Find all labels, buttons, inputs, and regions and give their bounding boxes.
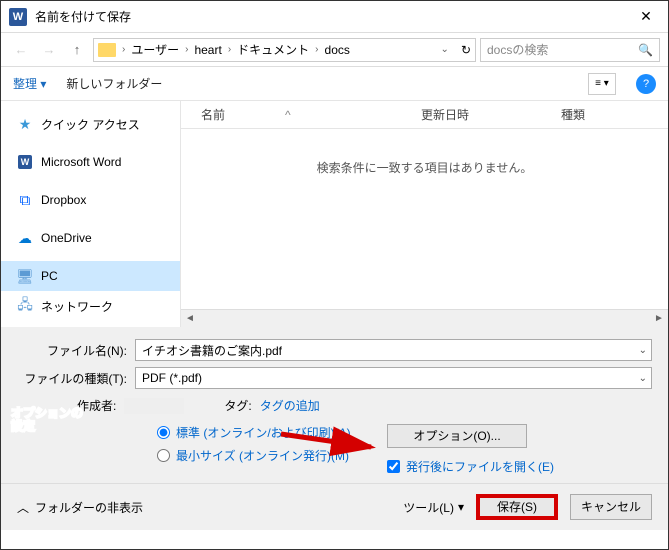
star-icon: ★ bbox=[17, 116, 33, 132]
sidebar-item-network[interactable]: 🖧 ネットワーク bbox=[1, 291, 180, 321]
organize-menu[interactable]: 整理 ▾ bbox=[13, 75, 46, 92]
folder-icon bbox=[98, 43, 116, 57]
dropdown-icon[interactable]: ⌄ bbox=[639, 345, 647, 356]
sidebar-item-quick-access[interactable]: ★ クイック アクセス bbox=[1, 109, 180, 139]
new-folder-button[interactable]: 新しいフォルダー bbox=[66, 75, 162, 92]
filetype-value: PDF (*.pdf) bbox=[142, 371, 202, 385]
filename-input[interactable]: イチオシ書籍のご案内.pdf ⌄ bbox=[135, 339, 652, 361]
chevron-icon: › bbox=[315, 44, 318, 55]
author-value[interactable] bbox=[124, 398, 184, 414]
help-button[interactable]: ? bbox=[636, 74, 656, 94]
path-seg[interactable]: ユーザー bbox=[127, 41, 183, 58]
horizontal-scrollbar[interactable]: ◄ ► bbox=[181, 309, 668, 327]
optimize-standard-radio[interactable]: 標準 (オンライン/および印刷)(A) bbox=[47, 424, 357, 441]
sidebar-item-pc[interactable]: 🖥 PC bbox=[1, 261, 180, 291]
back-button[interactable]: ← bbox=[9, 38, 33, 62]
view-options-button[interactable]: ≡ ▾ bbox=[588, 73, 616, 95]
onedrive-icon: ☁ bbox=[17, 230, 33, 246]
col-type[interactable]: 種類 bbox=[561, 106, 585, 123]
radio-input[interactable] bbox=[157, 449, 170, 462]
empty-message: 検索条件に一致する項目はありません。 bbox=[181, 129, 668, 309]
scroll-right-icon[interactable]: ► bbox=[650, 313, 668, 324]
chevron-icon: › bbox=[122, 44, 125, 55]
filename-value: イチオシ書籍のご案内.pdf bbox=[142, 342, 282, 359]
word-app-icon: W bbox=[9, 8, 27, 26]
save-button[interactable]: 保存(S) bbox=[476, 494, 558, 520]
sidebar-item-label: ネットワーク bbox=[41, 298, 113, 315]
radio-input[interactable] bbox=[157, 426, 170, 439]
sidebar-item-label: クイック アクセス bbox=[41, 116, 140, 133]
word-icon: W bbox=[17, 154, 33, 170]
breadcrumb[interactable]: › ユーザー › heart › ドキュメント › docs ⌄ ↻ bbox=[93, 38, 476, 62]
filetype-select[interactable]: PDF (*.pdf) ⌄ bbox=[135, 367, 652, 389]
column-headers[interactable]: 名前 ^ 更新日時 種類 bbox=[181, 101, 668, 129]
filename-label: ファイル名(N): bbox=[17, 342, 127, 359]
scroll-left-icon[interactable]: ◄ bbox=[181, 313, 199, 324]
add-tag-link[interactable]: タグの追加 bbox=[260, 397, 320, 414]
cancel-button[interactable]: キャンセル bbox=[570, 494, 652, 520]
checkbox-input[interactable] bbox=[387, 460, 400, 473]
search-input[interactable]: docsの検索 🔍 bbox=[480, 38, 660, 62]
hide-folders-toggle[interactable]: ︿ フォルダーの非表示 bbox=[17, 499, 143, 516]
tools-label: ツール(L) bbox=[403, 499, 454, 516]
chevron-icon: › bbox=[228, 44, 231, 55]
close-button[interactable]: ✕ bbox=[624, 1, 668, 32]
col-date[interactable]: 更新日時 bbox=[421, 106, 561, 123]
sidebar-item-label: PC bbox=[41, 269, 58, 283]
open-after-checkbox[interactable]: 発行後にファイルを開く(E) bbox=[387, 458, 554, 475]
dropdown-icon: ▾ bbox=[458, 500, 464, 514]
options-button[interactable]: オプション(O)... bbox=[387, 424, 527, 448]
path-seg[interactable]: ドキュメント bbox=[233, 41, 313, 58]
path-dropdown-icon[interactable]: ⌄ bbox=[441, 44, 449, 55]
dropbox-icon: ⧉ bbox=[17, 192, 33, 208]
radio-label: 最小サイズ (オンライン発行)(M) bbox=[176, 447, 349, 464]
up-button[interactable]: ↑ bbox=[65, 38, 89, 62]
sidebar-item-label: OneDrive bbox=[41, 231, 92, 245]
window-title: 名前を付けて保存 bbox=[35, 8, 624, 25]
pc-icon: 🖥 bbox=[17, 268, 33, 284]
sidebar-item-label: Microsoft Word bbox=[41, 155, 121, 169]
optimize-minimum-radio[interactable]: 最小サイズ (オンライン発行)(M) bbox=[47, 447, 357, 464]
chevron-icon: › bbox=[185, 44, 188, 55]
search-icon: 🔍 bbox=[638, 43, 653, 57]
sidebar-item-word[interactable]: W Microsoft Word bbox=[1, 147, 180, 177]
sort-icon: ^ bbox=[285, 108, 291, 122]
col-name[interactable]: 名前 bbox=[201, 106, 225, 123]
sidebar-item-onedrive[interactable]: ☁ OneDrive bbox=[1, 223, 180, 253]
sidebar: ★ クイック アクセス W Microsoft Word ⧉ Dropbox ☁ One… bbox=[1, 101, 181, 327]
path-seg[interactable]: heart bbox=[190, 43, 225, 57]
forward-button[interactable]: → bbox=[37, 38, 61, 62]
sidebar-item-label: Dropbox bbox=[41, 193, 86, 207]
chevron-up-icon: ︿ bbox=[17, 499, 29, 516]
search-placeholder: docsの検索 bbox=[487, 41, 548, 58]
refresh-button[interactable]: ↻ bbox=[461, 43, 471, 57]
radio-label: 標準 (オンライン/および印刷)(A) bbox=[176, 424, 351, 441]
network-icon: 🖧 bbox=[17, 298, 33, 314]
filetype-label: ファイルの種類(T): bbox=[17, 370, 127, 387]
path-seg[interactable]: docs bbox=[321, 43, 354, 57]
sidebar-item-dropbox[interactable]: ⧉ Dropbox bbox=[1, 185, 180, 215]
tag-label: タグ: bbox=[224, 397, 251, 414]
dropdown-icon[interactable]: ⌄ bbox=[639, 373, 647, 384]
hide-folders-label: フォルダーの非表示 bbox=[35, 499, 143, 516]
author-label: 作成者: bbox=[77, 397, 116, 414]
tools-menu[interactable]: ツール(L) ▾ bbox=[403, 499, 464, 516]
checkbox-label: 発行後にファイルを開く(E) bbox=[406, 458, 554, 475]
